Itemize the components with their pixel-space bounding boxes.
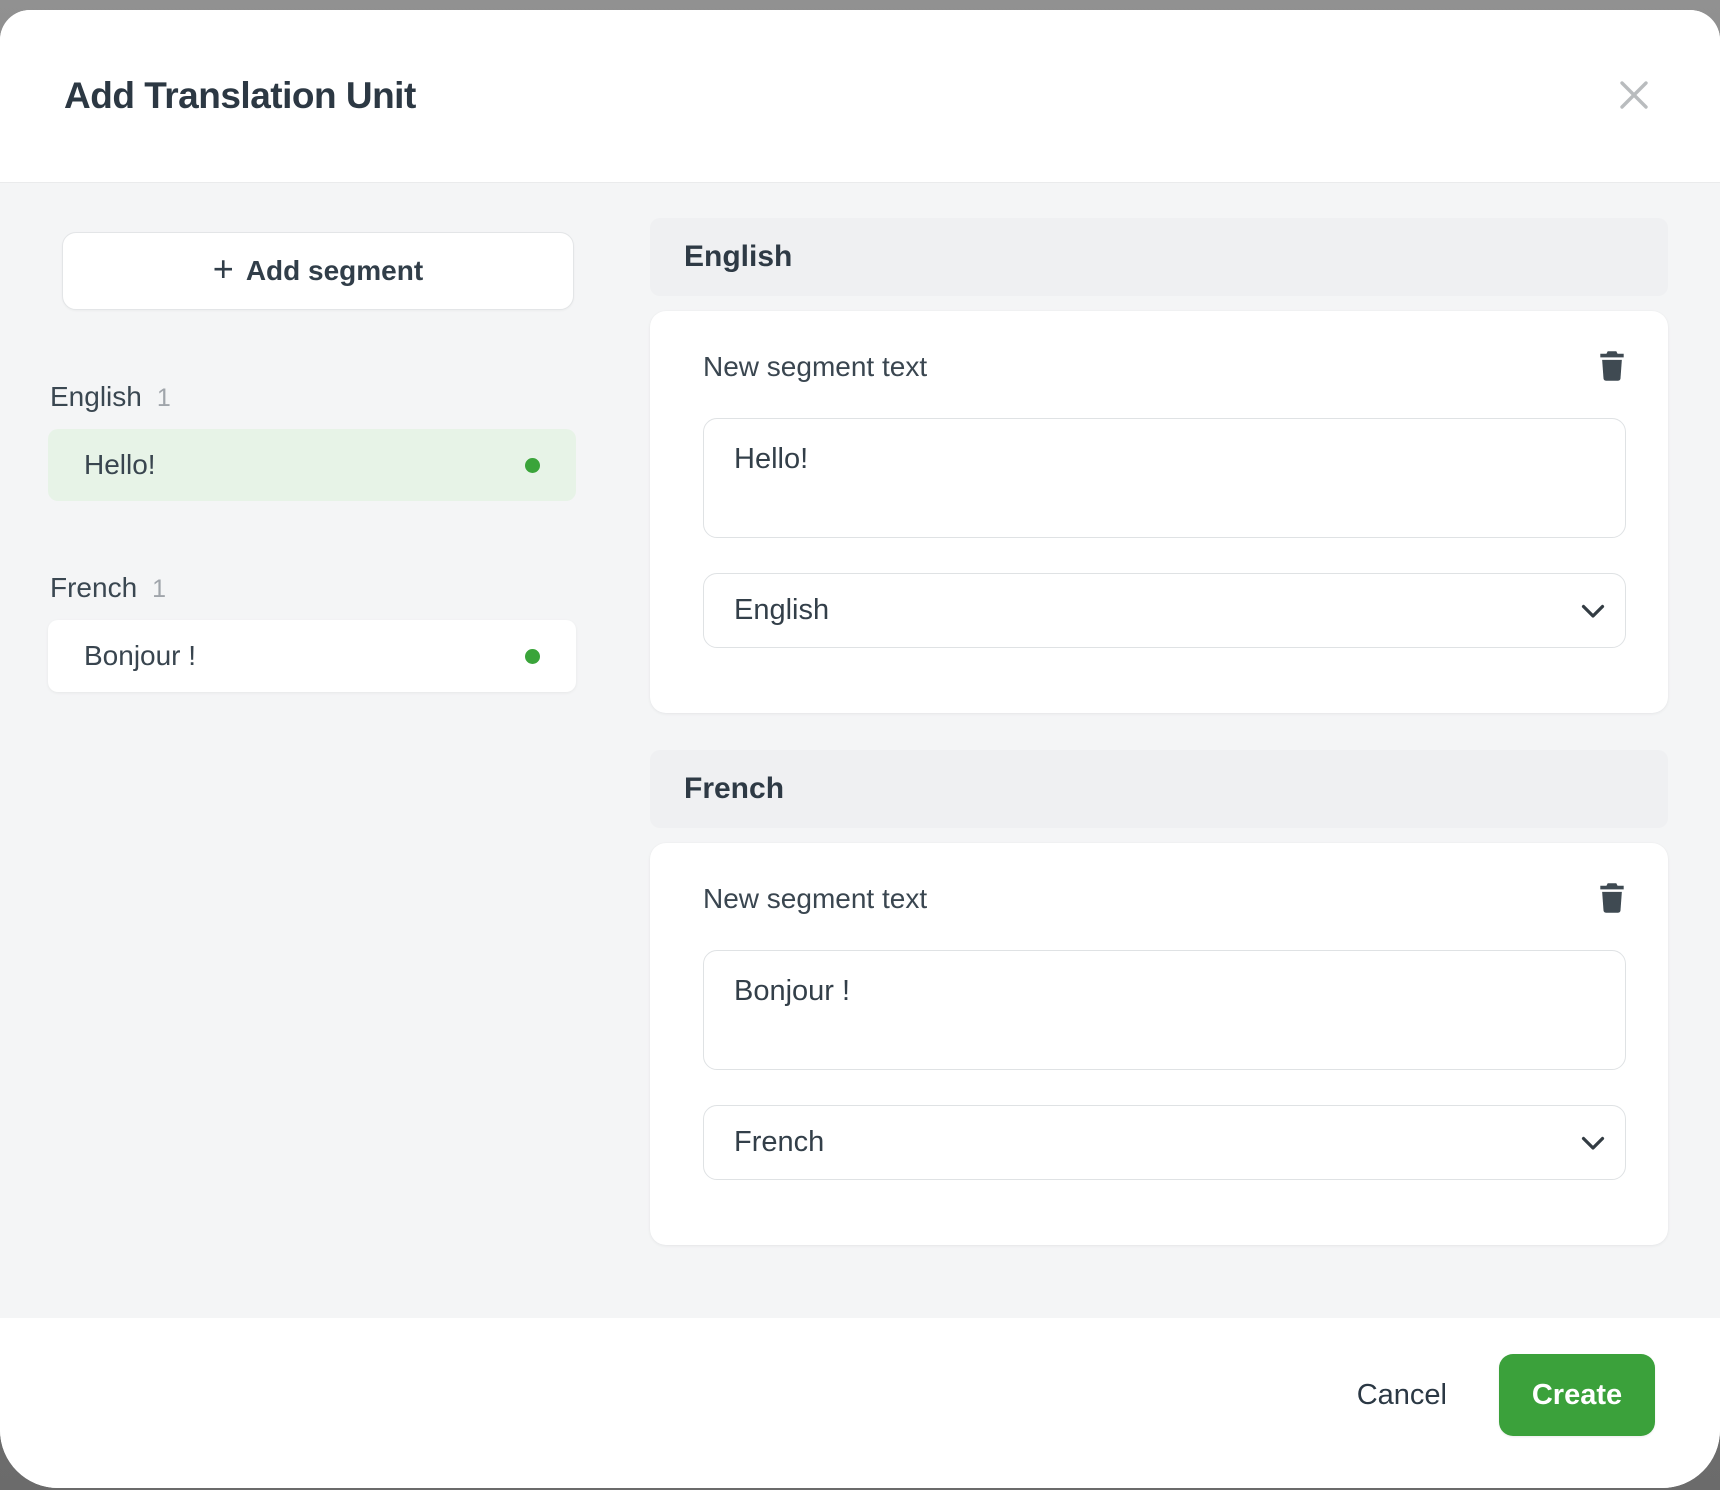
section-french: French New segment text [650,750,1668,1245]
section-title: French [684,772,784,806]
add-segment-button[interactable]: + Add segment [62,232,574,310]
language-select-value: English [734,594,829,627]
section-header: French [650,750,1668,828]
segments-sidebar: + Add segment English 1 Hello! French 1 [48,218,576,1318]
trash-icon [1597,882,1627,917]
segment-text-input[interactable]: Bonjour ! [703,950,1626,1070]
close-button[interactable] [1610,72,1658,120]
x-icon [1617,78,1651,115]
trash-icon [1597,350,1627,385]
card-label-row: New segment text [703,876,1626,922]
segment-card: New segment text Bonjour ! F [650,843,1668,1245]
dialog-header: Add Translation Unit [0,10,1720,183]
sidebar-group-french: French 1 Bonjour ! [48,571,576,692]
language-name: English [50,380,142,414]
language-select[interactable]: English [703,573,1626,648]
segment-item-text: Bonjour ! [84,640,196,672]
segment-text-label: New segment text [703,883,927,915]
green-dot-icon [525,649,540,664]
section-header: English [650,218,1668,296]
language-select[interactable]: French [703,1105,1626,1180]
segment-editor: English New segment text [650,218,1668,1318]
segment-item-english[interactable]: Hello! [48,429,576,501]
delete-segment-button[interactable] [1592,879,1632,919]
segment-card: New segment text Hello! Engl [650,311,1668,713]
dialog-title: Add Translation Unit [64,75,416,117]
add-segment-label: Add segment [246,255,423,287]
language-group-label: French 1 [50,571,576,606]
cancel-button[interactable]: Cancel [1357,1369,1447,1422]
segment-text-label: New segment text [703,351,927,383]
dialog-footer: Cancel Create [0,1318,1720,1488]
segment-text-input[interactable]: Hello! [703,418,1626,538]
green-dot-icon [525,458,540,473]
add-translation-unit-dialog: Add Translation Unit + Add segment Engli… [0,10,1720,1488]
chevron-down-icon [1581,594,1605,627]
language-select-value: French [734,1126,824,1159]
dialog-body: + Add segment English 1 Hello! French 1 [0,183,1720,1318]
section-english: English New segment text [650,218,1668,713]
segment-count-badge: 1 [152,572,166,606]
sidebar-group-english: English 1 Hello! [48,380,576,501]
segment-item-text: Hello! [84,449,156,481]
language-name: French [50,571,137,605]
delete-segment-button[interactable] [1592,347,1632,387]
section-title: English [684,240,792,274]
segment-item-french[interactable]: Bonjour ! [48,620,576,692]
card-label-row: New segment text [703,344,1626,390]
segment-count-badge: 1 [157,381,171,415]
language-group-label: English 1 [50,380,576,415]
chevron-down-icon [1581,1126,1605,1159]
plus-icon: + [213,251,234,287]
create-button[interactable]: Create [1499,1354,1655,1436]
